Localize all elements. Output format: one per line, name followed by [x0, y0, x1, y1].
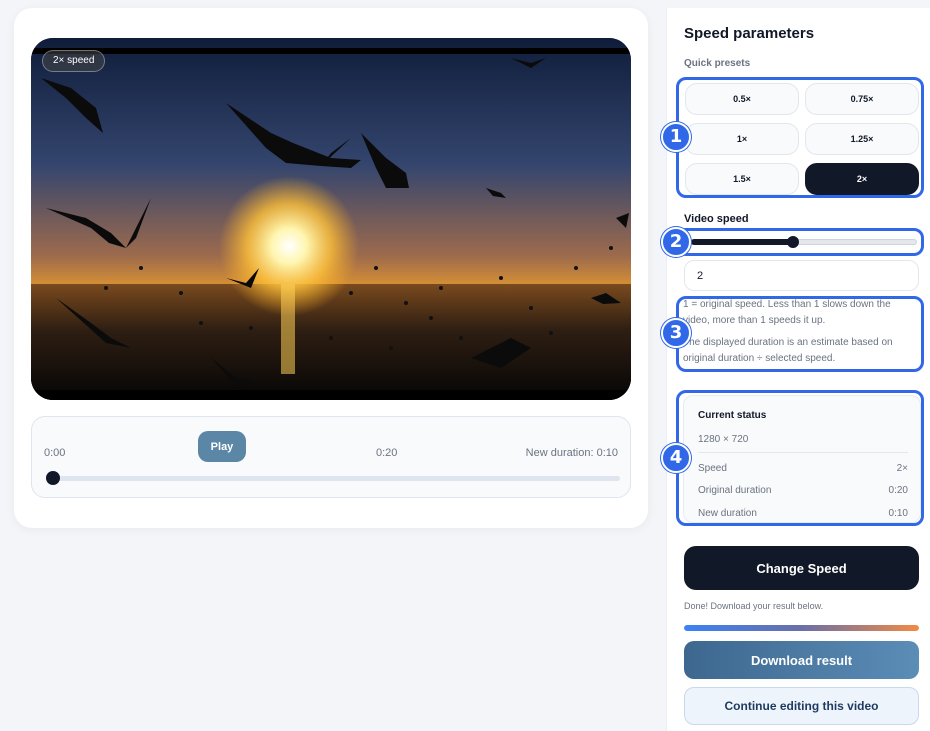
status-label: New duration [698, 508, 757, 519]
status-row-original-duration: Original duration 0:20 [698, 485, 908, 496]
change-speed-button[interactable]: Change Speed [684, 546, 919, 590]
status-value: 2× [896, 463, 908, 474]
panel-title: Speed parameters [684, 25, 815, 42]
speed-panel: Speed parameters Quick presets 0.5× 0.75… [666, 8, 930, 731]
speed-help-text: 1 = original speed. Less than 1 slows do… [679, 297, 923, 373]
help-line-2: The displayed duration is an estimate ba… [683, 337, 893, 364]
preset-1x[interactable]: 1× [685, 123, 799, 155]
speed-input[interactable] [684, 260, 919, 291]
video-frame-image [31, 38, 631, 400]
status-card: Current status 1280 × 720 Speed 2× Origi… [683, 395, 921, 523]
speed-slider-thumb[interactable] [786, 236, 799, 248]
status-resolution: 1280 × 720 [698, 434, 749, 445]
seek-bar[interactable] [46, 476, 620, 481]
speed-slider-fill [691, 239, 793, 245]
new-duration-label: New duration: 0:10 [525, 447, 618, 459]
total-duration: 0:20 [376, 447, 398, 459]
status-row-speed: Speed 2× [698, 463, 908, 474]
done-message: Done! Download your result below. [684, 601, 824, 611]
speed-badge: 2× speed [42, 50, 106, 72]
video-card: 2× speed 0:00 Play 0:20 New duration: 0:… [14, 8, 648, 528]
preset-grid: 0.5× 0.75× 1× 1.25× 1.5× 2× [683, 81, 921, 198]
playback-controls: 0:00 Play 0:20 New duration: 0:10 [31, 416, 631, 498]
preset-0.5x[interactable]: 0.5× [685, 83, 799, 115]
play-button[interactable]: Play [198, 431, 246, 462]
preset-2x[interactable]: 2× [805, 163, 919, 195]
presets-label: Quick presets [684, 58, 751, 69]
video-player[interactable]: 2× speed [31, 38, 631, 400]
annotation-badge-2: 2 [661, 227, 691, 257]
current-time: 0:00 [44, 447, 66, 459]
continue-editing-button[interactable]: Continue editing this video [684, 687, 919, 725]
preset-1.25x[interactable]: 1.25× [805, 123, 919, 155]
annotation-badge-3: 3 [661, 318, 691, 348]
progress-fill [684, 625, 919, 631]
speed-slider[interactable] [683, 231, 921, 251]
video-speed-label: Video speed [684, 213, 749, 225]
status-title: Current status [698, 410, 767, 421]
seek-thumb[interactable] [46, 471, 60, 485]
help-line-1: 1 = original speed. Less than 1 slows do… [683, 299, 891, 326]
status-row-new-duration: New duration 0:10 [698, 508, 908, 519]
annotation-badge-4: 4 [661, 443, 691, 473]
status-value: 0:10 [888, 508, 908, 519]
status-divider [698, 452, 908, 453]
progress-bar [684, 625, 919, 631]
preset-1.5x[interactable]: 1.5× [685, 163, 799, 195]
annotation-badge-1: 1 [661, 122, 691, 152]
download-result-button[interactable]: Download result [684, 641, 919, 679]
status-label: Speed [698, 463, 727, 474]
status-label: Original duration [698, 485, 772, 496]
preset-0.75x[interactable]: 0.75× [805, 83, 919, 115]
status-value: 0:20 [888, 485, 908, 496]
